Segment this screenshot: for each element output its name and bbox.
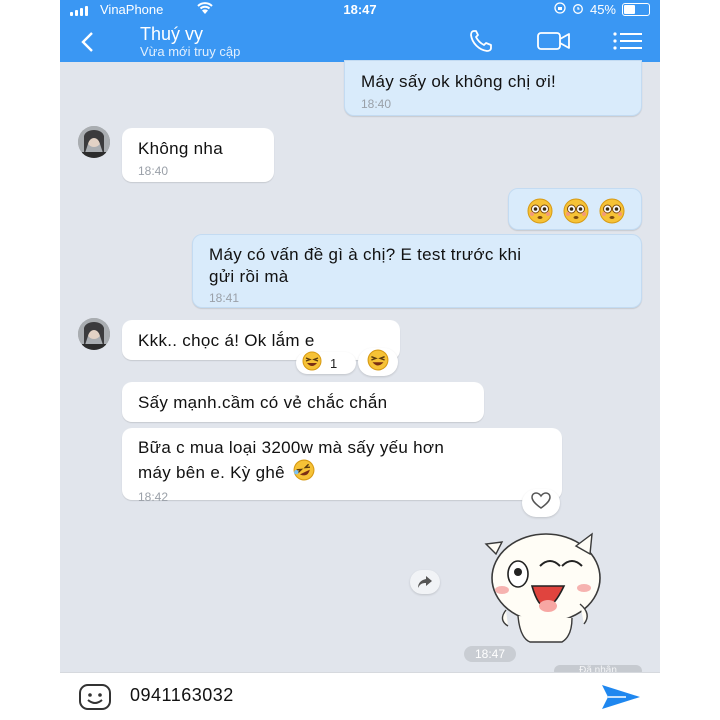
- battery-percent: 45%: [589, 2, 616, 17]
- message-bubble-in[interactable]: Không nha 18:40: [122, 128, 274, 182]
- reaction-button[interactable]: [358, 348, 398, 376]
- rolling-laughing-face-icon: [293, 459, 315, 487]
- message-bubble-out[interactable]: Máy có vấn đề gì à chị? E test trước khi…: [192, 234, 642, 308]
- message-bubble-in[interactable]: Kkk.. chọc á! Ok lắm e: [122, 320, 400, 360]
- reaction-summary[interactable]: 1: [296, 351, 356, 376]
- message-text-line: gửi rồi mà: [209, 267, 289, 286]
- flushed-face-icon: [527, 198, 553, 229]
- lock-rotation-icon: [554, 2, 566, 17]
- message-time-pill: 18:47: [464, 646, 516, 662]
- flushed-face-icon: [563, 198, 589, 229]
- message-text: Máy sấy ok không chị ơi!: [361, 72, 557, 91]
- menu-icon[interactable]: [612, 28, 642, 54]
- flushed-face-icon: [599, 198, 625, 229]
- message-bubble-out[interactable]: [508, 188, 642, 230]
- message-input[interactable]: 0941163032: [130, 685, 234, 706]
- heart-icon: [530, 491, 552, 516]
- contact-name[interactable]: Thuý vy: [140, 24, 203, 45]
- heart-reaction-button[interactable]: [522, 489, 560, 517]
- laughing-face-icon: [367, 349, 389, 376]
- message-text-line: Máy có vấn đề gì à chị? E test trước khi: [209, 245, 522, 264]
- back-icon[interactable]: [80, 24, 96, 60]
- contact-status: Vừa mới truy cập: [140, 44, 241, 59]
- sticker-icon[interactable]: [78, 683, 112, 716]
- avatar[interactable]: [78, 318, 110, 350]
- laughing-face-icon: [302, 351, 322, 376]
- message-bubble-in[interactable]: Sấy mạnh.cầm có vẻ chắc chắn: [122, 382, 484, 422]
- battery-icon: [622, 3, 650, 16]
- reaction-count: 1: [330, 355, 338, 371]
- message-bubble-in[interactable]: Bữa c mua loại 3200w mà sấy yếu hơn máy …: [122, 428, 562, 504]
- message-time: 18:40: [361, 97, 392, 111]
- status-bar: VinaPhone 18:47 45%: [60, 0, 660, 20]
- video-camera-icon[interactable]: [536, 28, 570, 54]
- message-text: Kkk.. chọc á! Ok lắm e: [138, 331, 315, 350]
- send-icon[interactable]: [600, 683, 642, 716]
- message-bubble-out[interactable]: Máy sấy ok không chị ơi! 18:40: [344, 60, 642, 116]
- message-time: 18:41: [209, 291, 240, 305]
- alarm-icon: [572, 2, 584, 17]
- message-time: 18:40: [138, 164, 169, 178]
- share-icon[interactable]: [410, 570, 440, 594]
- sticker[interactable]: [480, 520, 606, 646]
- phone-icon[interactable]: [468, 28, 498, 54]
- message-text: Sấy mạnh.cầm có vẻ chắc chắn: [138, 393, 388, 412]
- avatar[interactable]: [78, 126, 110, 158]
- message-text: Không nha: [138, 139, 223, 158]
- composer: 0941163032: [60, 672, 660, 720]
- message-text-line: Bữa c mua loại 3200w mà sấy yếu hơn: [138, 438, 445, 457]
- chat-header: Thuý vy Vừa mới truy cập: [60, 20, 660, 62]
- message-text-line: máy bên e. Kỳ ghê: [138, 463, 285, 482]
- message-time: 18:42: [138, 490, 169, 504]
- chat-screen: VinaPhone 18:47 45% Thuý vy Vừa mới truy…: [60, 0, 660, 720]
